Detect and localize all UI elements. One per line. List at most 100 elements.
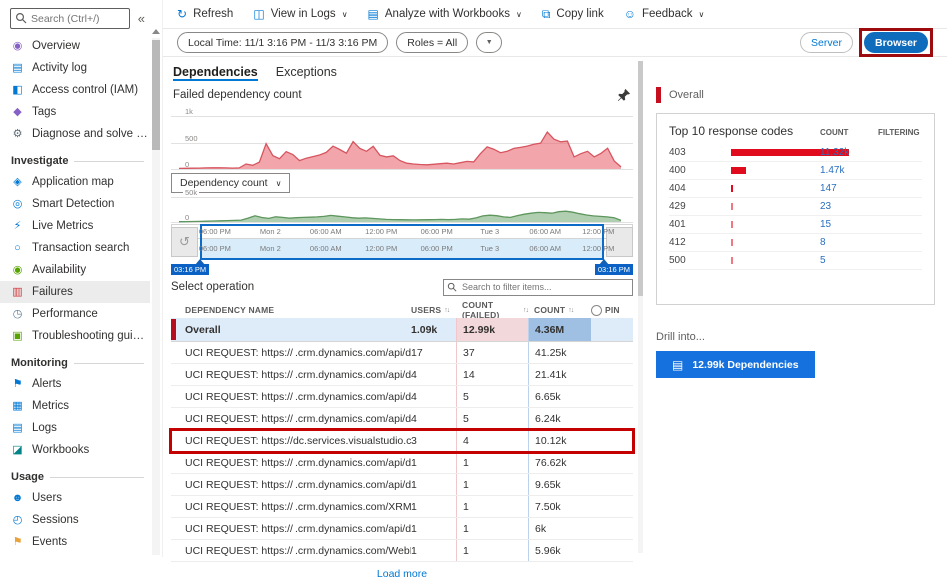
sidebar-item-funnels[interactable]: ▼Funnels [0, 553, 150, 557]
sidebar-item-logs[interactable]: ▤Logs [0, 417, 150, 439]
scroll-up-icon[interactable] [152, 29, 160, 34]
table-row[interactable]: UCI REQUEST: https://.crm.dynamics.com/a… [171, 518, 633, 540]
table-row[interactable]: UCI REQUEST: https://.crm.dynamics.com/a… [171, 342, 633, 364]
pin-cell[interactable] [591, 386, 633, 407]
brush-right-handle[interactable] [606, 227, 633, 257]
content-scrollbar[interactable] [637, 57, 644, 557]
response-code-count-link[interactable]: 147 [820, 183, 878, 194]
count-failed-cell: 1 [456, 496, 528, 517]
tab-exceptions[interactable]: Exceptions [276, 65, 337, 81]
time-range-pill[interactable]: Local Time: 11/1 3:16 PM - 11/3 3:16 PM [177, 32, 388, 53]
response-code-count-link[interactable]: 11.32k [820, 147, 878, 158]
sort-icon[interactable]: ↑↓ [568, 307, 573, 314]
count-cell: 76.62k [528, 452, 591, 473]
sidebar-item-workbooks[interactable]: ◪Workbooks [0, 439, 150, 461]
sidebar-scroll-thumb[interactable] [152, 40, 160, 150]
pin-cell[interactable] [591, 318, 633, 341]
table-row[interactable]: UCI REQUEST: https://dc.services.visuals… [171, 430, 633, 452]
count-failed-cell: 12.99k [456, 318, 528, 341]
roles-pill[interactable]: Roles = All [396, 32, 468, 53]
metrics-icon: ▦ [11, 401, 24, 412]
server-toggle-button[interactable]: Server [800, 32, 853, 53]
copy-link-icon: ⧉ [542, 8, 551, 20]
load-more-link[interactable]: Load more [171, 562, 633, 580]
pin-cell[interactable] [591, 452, 633, 473]
table-row[interactable]: UCI REQUEST: https://.crm.dynamics.com/X… [171, 496, 633, 518]
table-row-overall[interactable]: Overall1.09k12.99k4.36M [171, 318, 633, 342]
sidebar-search-input[interactable] [10, 8, 130, 29]
chevron-down-icon: ∨ [342, 10, 348, 19]
col-users[interactable]: USERS [411, 305, 441, 315]
sidebar-item-availability[interactable]: ◉Availability [0, 259, 150, 281]
table-row[interactable]: UCI REQUEST: https://.crm.dynamics.com/a… [171, 364, 633, 386]
view-in-logs-button[interactable]: ◫View in Logs∨ [253, 8, 347, 20]
live-metrics-icon: ⚡ [11, 221, 24, 232]
table-row[interactable]: UCI REQUEST: https://.crm.dynamics.com/a… [171, 408, 633, 430]
sidebar-item-troubleshooting-guides[interactable]: ▣Troubleshooting guides (previ... [0, 325, 150, 347]
sidebar-item-application-map[interactable]: ◈Application map [0, 171, 150, 193]
response-code-count-link[interactable]: 8 [820, 237, 878, 248]
sort-icon[interactable]: ↑↓ [444, 307, 449, 314]
response-code-bar-zone [731, 257, 820, 264]
main-area: ↻Refresh ◫View in Logs∨ ▤Analyze with Work… [162, 0, 947, 557]
copy-link-button[interactable]: ⧉Copy link [542, 8, 604, 20]
brush-selection[interactable] [200, 224, 604, 260]
sidebar-item-tags[interactable]: ◆Tags [0, 101, 150, 123]
sidebar-search[interactable] [10, 8, 130, 29]
add-filter-button[interactable]: ▼ [476, 32, 502, 53]
brush-reset-button[interactable]: ↺ [171, 227, 198, 257]
sidebar-item-failures[interactable]: ▥Failures [0, 281, 150, 303]
content-scroll-thumb[interactable] [638, 61, 643, 296]
sidebar-item-events[interactable]: ⚑Events [0, 531, 150, 553]
sidebar-item-diagnose-and-solve-problems[interactable]: ⚙Diagnose and solve problems [0, 123, 150, 145]
pin-cell[interactable] [591, 474, 633, 495]
pin-cell[interactable] [591, 496, 633, 517]
response-code-count-link[interactable]: 1.47k [820, 165, 878, 176]
pin-cell[interactable] [591, 540, 633, 561]
sidebar-item-smart-detection[interactable]: ◎Smart Detection [0, 193, 150, 215]
sidebar-item-users[interactable]: ☻Users [0, 487, 150, 509]
sidebar-item-activity-log[interactable]: ▤Activity log [0, 57, 150, 79]
tab-dependencies[interactable]: Dependencies [173, 65, 258, 81]
analyze-with-workbooks-button[interactable]: ▤Analyze with Workbooks∨ [368, 8, 522, 20]
sidebar-item-metrics[interactable]: ▦Metrics [0, 395, 150, 417]
pin-cell[interactable] [591, 342, 633, 363]
pin-cell[interactable] [591, 430, 633, 451]
failed-dependency-count-chart[interactable]: 1k5000 [171, 105, 633, 171]
table-row[interactable]: UCI REQUEST: https://.crm.dynamics.com/a… [171, 474, 633, 496]
table-filter-input[interactable] [443, 279, 633, 296]
response-code-count-link[interactable]: 5 [820, 255, 878, 266]
browser-toggle-button[interactable]: Browser [864, 32, 928, 53]
sidebar-scrollbar[interactable] [150, 26, 162, 557]
col-count-failed[interactable]: COUNT (FAILED) [462, 300, 520, 320]
users-cell: 4 [411, 364, 456, 385]
sidebar-item-label: Overview [32, 40, 80, 52]
sidebar-item-overview[interactable]: ◉Overview [0, 35, 150, 57]
sidebar-item-performance[interactable]: ◷Performance [0, 303, 150, 325]
feedback-button[interactable]: ☺Feedback∨ [624, 8, 705, 20]
response-code-count-link[interactable]: 23 [820, 201, 878, 212]
col-count[interactable]: COUNT [534, 305, 565, 315]
sidebar-item-alerts[interactable]: ⚑Alerts [0, 373, 150, 395]
sidebar-item-label: Availability [32, 264, 86, 276]
table-filter-box[interactable] [443, 279, 633, 296]
sidebar-item-transaction-search[interactable]: ○Transaction search [0, 237, 150, 259]
sidebar-item-sessions[interactable]: ◴Sessions [0, 509, 150, 531]
sidebar-collapse-icon[interactable]: « [135, 11, 148, 26]
pin-chart-icon[interactable] [617, 88, 631, 102]
count-failed-cell: 1 [456, 540, 528, 561]
sidebar-item-live-metrics[interactable]: ⚡Live Metrics [0, 215, 150, 237]
pin-cell[interactable] [591, 518, 633, 539]
dependency-name-cell: UCI REQUEST: https://.crm.dynamics.com/a… [171, 474, 411, 495]
table-row[interactable]: UCI REQUEST: https://.crm.dynamics.com/W… [171, 540, 633, 562]
refresh-button[interactable]: ↻Refresh [177, 8, 233, 20]
table-row[interactable]: UCI REQUEST: https://.crm.dynamics.com/a… [171, 452, 633, 474]
response-code-count-link[interactable]: 15 [820, 219, 878, 230]
drill-dependencies-button[interactable]: ▤ 12.99k Dependencies [656, 351, 815, 378]
sidebar-item-access-control[interactable]: ◧Access control (IAM) [0, 79, 150, 101]
col-dependency-name[interactable]: DEPENDENCY NAME [171, 305, 411, 315]
pin-cell[interactable] [591, 364, 633, 385]
table-row[interactable]: UCI REQUEST: https://.crm.dynamics.com/a… [171, 386, 633, 408]
dependency-count-chart[interactable]: 50k0 [171, 191, 633, 224]
pin-cell[interactable] [591, 408, 633, 429]
